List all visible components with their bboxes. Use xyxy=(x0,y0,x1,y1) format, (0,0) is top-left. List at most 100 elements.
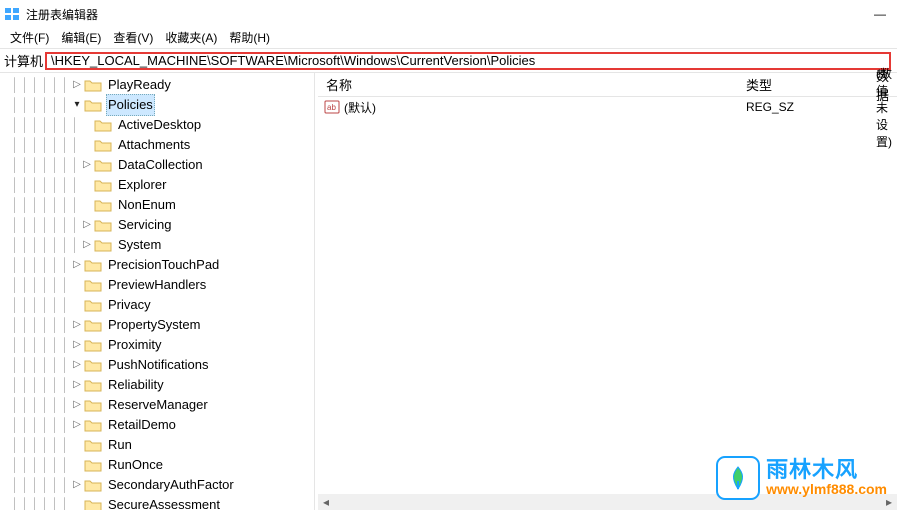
tree-label: SecondaryAuthFactor xyxy=(106,475,236,495)
chevron-right-icon[interactable]: ▷ xyxy=(70,415,84,435)
chevron-right-icon[interactable]: ▷ xyxy=(80,235,94,255)
tree-pane[interactable]: ││││││ ▷ PlayReady ││││││ ▾ Policies │││… xyxy=(0,73,315,510)
chevron-right-icon[interactable]: ▷ xyxy=(70,395,84,415)
chevron-right-icon[interactable]: ▷ xyxy=(70,475,84,495)
tree-node-reservemanager[interactable]: ││││││ ▷ ReserveManager xyxy=(0,395,314,415)
tree-label: PropertySystem xyxy=(106,315,202,335)
tree-label: PlayReady xyxy=(106,75,173,95)
menu-view[interactable]: 查看(V) xyxy=(107,29,159,46)
chevron-right-icon[interactable]: ▷ xyxy=(80,155,94,175)
folder-icon xyxy=(94,238,112,252)
tree-node-activedesktop[interactable]: │││││││ ActiveDesktop xyxy=(0,115,314,135)
chevron-right-icon[interactable]: ▷ xyxy=(70,75,84,95)
folder-icon xyxy=(84,378,102,392)
tree-node-policies[interactable]: ││││││ ▾ Policies xyxy=(0,95,314,115)
tree-node-nonenum[interactable]: │││││││ NonEnum xyxy=(0,195,314,215)
tree-label: ReserveManager xyxy=(106,395,210,415)
svg-text:ab: ab xyxy=(327,103,336,112)
horizontal-scrollbar[interactable]: ◂ ▸ xyxy=(318,494,897,510)
tree-label: PushNotifications xyxy=(106,355,210,375)
scroll-right-icon[interactable]: ▸ xyxy=(881,494,897,510)
list-row[interactable]: ab (默认) REG_SZ (数值未设置) xyxy=(318,97,897,117)
column-type[interactable]: 类型 xyxy=(738,75,868,94)
tree-node-servicing[interactable]: │││││││ ▷ Servicing xyxy=(0,215,314,235)
tree-node-pushnotifications[interactable]: ││││││ ▷ PushNotifications xyxy=(0,355,314,375)
folder-icon xyxy=(84,258,102,272)
chevron-right-icon[interactable]: ▷ xyxy=(70,315,84,335)
tree-label: Reliability xyxy=(106,375,166,395)
tree-label: Proximity xyxy=(106,335,163,355)
folder-icon xyxy=(94,158,112,172)
tree-node-explorer[interactable]: │││││││ Explorer xyxy=(0,175,314,195)
chevron-right-icon[interactable]: ▷ xyxy=(80,215,94,235)
tree-label: System xyxy=(116,235,163,255)
tree-label: RunOnce xyxy=(106,455,165,475)
values-pane: 名称 类型 数据 ab (默认) REG_SZ (数值未设置) xyxy=(318,73,897,510)
folder-icon xyxy=(84,338,102,352)
folder-icon xyxy=(94,178,112,192)
tree-node-propertysystem[interactable]: ││││││ ▷ PropertySystem xyxy=(0,315,314,335)
folder-icon xyxy=(84,498,102,510)
tree-label: PrecisionTouchPad xyxy=(106,255,221,275)
minimize-icon: — xyxy=(874,7,886,21)
list-header: 名称 类型 数据 xyxy=(318,73,897,97)
tree-node-run[interactable]: ││││││ Run xyxy=(0,435,314,455)
tree-node-privacy[interactable]: ││││││ Privacy xyxy=(0,295,314,315)
menu-bar: 文件(F) 编辑(E) 查看(V) 收藏夹(A) 帮助(H) xyxy=(0,28,897,48)
folder-open-icon xyxy=(84,98,102,112)
registry-tree: ││││││ ▷ PlayReady ││││││ ▾ Policies │││… xyxy=(0,75,314,510)
tree-node-reliability[interactable]: ││││││ ▷ Reliability xyxy=(0,375,314,395)
tree-label: PreviewHandlers xyxy=(106,275,208,295)
list-body[interactable]: ab (默认) REG_SZ (数值未设置) ◂ ▸ xyxy=(318,97,897,510)
chevron-right-icon[interactable]: ▷ xyxy=(70,355,84,375)
address-bar-row: 计算机 \HKEY_LOCAL_MACHINE\SOFTWARE\Microso… xyxy=(0,48,897,72)
tree-node-retaildemo[interactable]: ││││││ ▷ RetailDemo xyxy=(0,415,314,435)
tree-node-runonce[interactable]: ││││││ RunOnce xyxy=(0,455,314,475)
chevron-right-icon[interactable]: ▷ xyxy=(70,255,84,275)
scroll-track[interactable] xyxy=(334,494,881,510)
tree-label: RetailDemo xyxy=(106,415,178,435)
tree-node-datacollection[interactable]: │││││││ ▷ DataCollection xyxy=(0,155,314,175)
tree-node-secondaryauthfactor[interactable]: ││││││ ▷ SecondaryAuthFactor xyxy=(0,475,314,495)
chevron-right-icon[interactable]: ▷ xyxy=(70,375,84,395)
column-name[interactable]: 名称 xyxy=(318,75,738,94)
folder-icon xyxy=(94,218,112,232)
folder-icon xyxy=(84,318,102,332)
chevron-right-icon[interactable]: ▷ xyxy=(70,335,84,355)
tree-node-precisiontouchpad[interactable]: ││││││ ▷ PrecisionTouchPad xyxy=(0,255,314,275)
main-area: ││││││ ▷ PlayReady ││││││ ▾ Policies │││… xyxy=(0,72,897,510)
tree-node-system[interactable]: │││││││ ▷ System xyxy=(0,235,314,255)
window-title: 注册表编辑器 xyxy=(26,6,98,23)
tree-node-proximity[interactable]: ││││││ ▷ Proximity xyxy=(0,335,314,355)
menu-edit[interactable]: 编辑(E) xyxy=(55,29,107,46)
folder-icon xyxy=(84,438,102,452)
tree-label: Run xyxy=(106,435,134,455)
folder-icon xyxy=(94,118,112,132)
folder-icon xyxy=(84,398,102,412)
folder-icon xyxy=(94,198,112,212)
value-data: (数值未设置) xyxy=(868,65,897,150)
menu-file[interactable]: 文件(F) xyxy=(4,29,55,46)
tree-node-previewhandlers[interactable]: ││││││ PreviewHandlers xyxy=(0,275,314,295)
tree-label: Explorer xyxy=(116,175,168,195)
tree-node-secureassessment[interactable]: ││││││ SecureAssessment xyxy=(0,495,314,510)
tree-label: NonEnum xyxy=(116,195,178,215)
app-icon xyxy=(4,6,20,22)
value-type: REG_SZ xyxy=(738,100,868,114)
tree-node-attachments[interactable]: │││││││ Attachments xyxy=(0,135,314,155)
menu-favorites[interactable]: 收藏夹(A) xyxy=(159,29,223,46)
tree-label: Servicing xyxy=(116,215,173,235)
minimize-button[interactable]: — xyxy=(867,4,893,24)
folder-icon xyxy=(84,418,102,432)
folder-icon xyxy=(94,138,112,152)
value-name: (默认) xyxy=(344,99,376,116)
menu-help[interactable]: 帮助(H) xyxy=(223,29,276,46)
tree-label: Privacy xyxy=(106,295,153,315)
address-input[interactable]: \HKEY_LOCAL_MACHINE\SOFTWARE\Microsoft\W… xyxy=(45,52,891,70)
folder-icon xyxy=(84,278,102,292)
scroll-left-icon[interactable]: ◂ xyxy=(318,494,334,510)
tree-label: Attachments xyxy=(116,135,192,155)
tree-label: DataCollection xyxy=(116,155,205,175)
tree-node-playready[interactable]: ││││││ ▷ PlayReady xyxy=(0,75,314,95)
chevron-down-icon[interactable]: ▾ xyxy=(70,95,84,115)
